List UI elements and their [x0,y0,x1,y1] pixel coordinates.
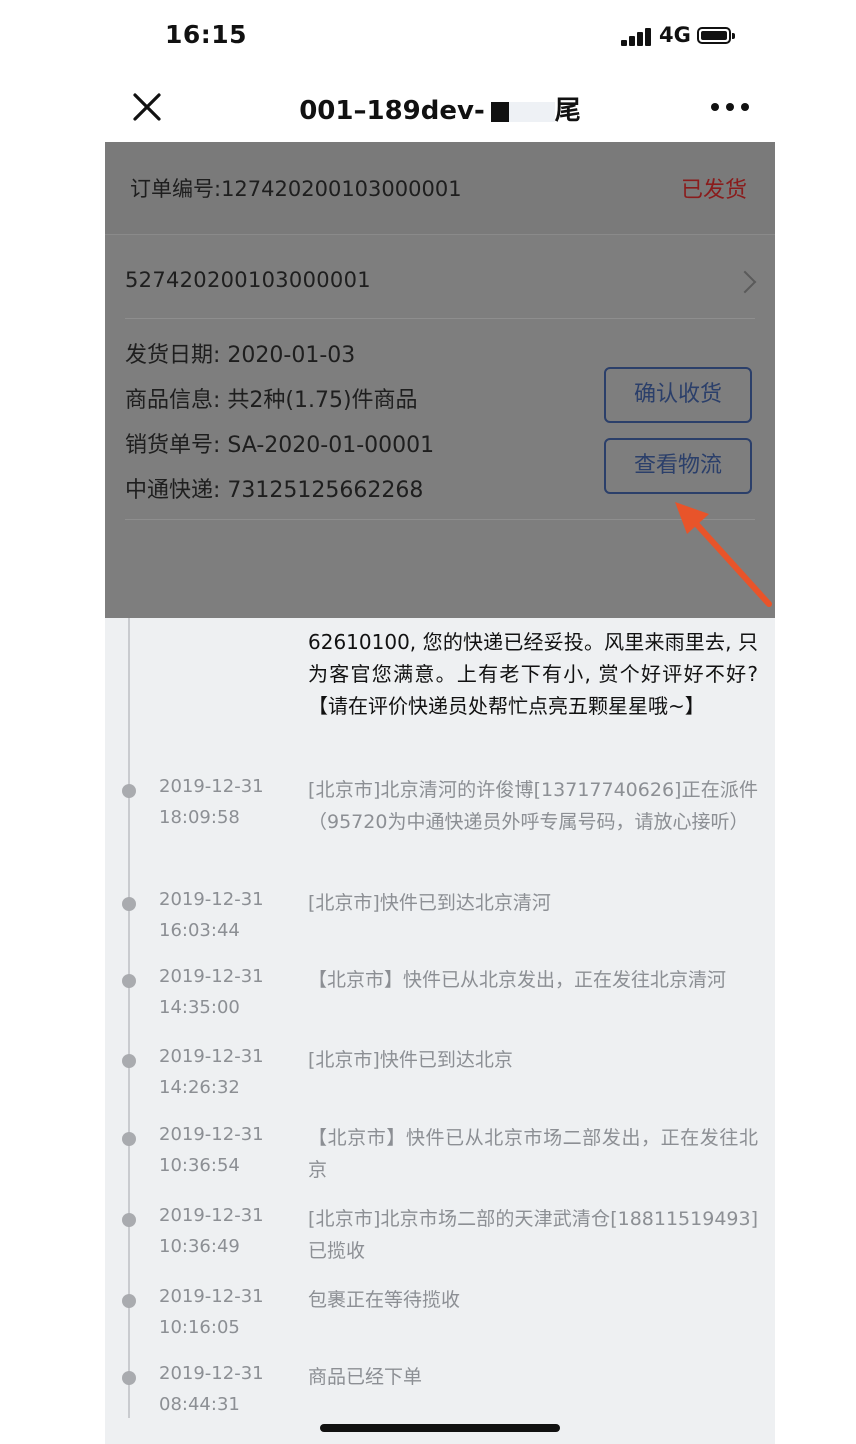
timeline-dot-icon [122,897,136,911]
battery-icon [697,27,735,44]
order-header: 订单编号:127420200103000001 已发货 [105,142,775,235]
annotation-arrow-icon [675,502,772,607]
event-time: 14:35:00 [159,997,240,1018]
event-description: [北京市]北京市场二部的天津武清仓[18811519493]已揽收 [308,1208,758,1262]
timeline-dot-icon [122,1132,136,1146]
timeline-dot-icon [122,1213,136,1227]
status-bar: 16:15 4G [105,0,775,72]
event-description: 商品已经下单 [308,1366,423,1388]
nav-title: 001–189dev- 尾 [105,90,775,127]
event-date: 2019-12-31 [159,1124,264,1145]
event-time: 16:03:44 [159,920,240,941]
event-date: 2019-12-31 [159,1046,264,1067]
redaction-blur [508,101,555,122]
order-status-badge: 已发货 [680,178,747,203]
goods-info: 商品信息: 共2种(1.75)件商品 [125,388,418,413]
event-description: 【北京市】快件已从北京发出，正在发往北京清河 [308,969,727,991]
confirm-receipt-button[interactable]: 确认收货 [604,367,752,423]
divider [125,519,755,520]
event-description: 包裹正在等待揽收 [308,1289,461,1311]
chevron-right-icon[interactable] [733,270,757,294]
logistics-timeline: 62610100, 您的快递已经妥投。风里来雨里去, 只为客官您满意。上有老下有… [105,618,775,1444]
ship-date: 发货日期: 2020-01-03 [125,343,356,368]
event-time: 10:36:49 [159,1236,240,1257]
event-time: 18:09:58 [159,807,240,828]
redaction-block [490,101,509,122]
signal-icon [621,28,655,46]
timeline-dot-icon [122,1054,136,1068]
event-date: 2019-12-31 [159,1363,264,1384]
nav-title-text: 001–189dev- [299,96,485,126]
status-time: 16:15 [165,20,248,49]
nav-title-suffix: 尾 [554,96,581,126]
event-date: 2019-12-31 [159,776,264,797]
network-type: 4G [659,23,691,47]
timeline-dot-icon [122,1294,136,1308]
event-time: 08:44:31 [159,1394,240,1415]
event-description: [北京市]快件已到达北京清河 [308,892,551,914]
event-date: 2019-12-31 [159,1286,264,1307]
timeline-dot-icon [122,974,136,988]
express-tracking-number: 中通快递: 73125125662268 [125,478,424,503]
view-logistics-button[interactable]: 查看物流 [604,438,752,494]
event-date: 2019-12-31 [159,1205,264,1226]
home-indicator[interactable] [320,1424,560,1432]
event-time: 10:36:54 [159,1155,240,1176]
timeline-dot-icon [122,784,136,798]
order-number: 订单编号:127420200103000001 [130,177,462,201]
event-time: 10:16:05 [159,1317,240,1338]
divider [125,318,755,319]
more-button[interactable] [711,98,753,116]
sub-order-number[interactable]: 527420200103000001 [125,268,371,292]
event-description: [北京市]北京清河的许俊博[13717740626]正在派件（95720为中通快… [308,779,758,833]
event-date: 2019-12-31 [159,966,264,987]
sales-order-number: 销货单号: SA-2020-01-00001 [125,433,435,458]
delivered-description: 62610100, 您的快递已经妥投。风里来雨里去, 只为客官您满意。上有老下有… [308,630,758,718]
event-time: 14:26:32 [159,1077,240,1098]
event-description: [北京市]快件已到达北京 [308,1049,513,1071]
event-date: 2019-12-31 [159,889,264,910]
event-description: 【北京市】快件已从北京市场二部发出，正在发往北京 [308,1127,758,1181]
more-dots-icon [711,103,719,111]
timeline-dot-icon [122,1371,136,1385]
phone-screen: 16:15 4G 001–189dev- 尾 订单编号:127420200103… [105,0,775,1444]
nav-bar: 001–189dev- 尾 [105,72,775,142]
